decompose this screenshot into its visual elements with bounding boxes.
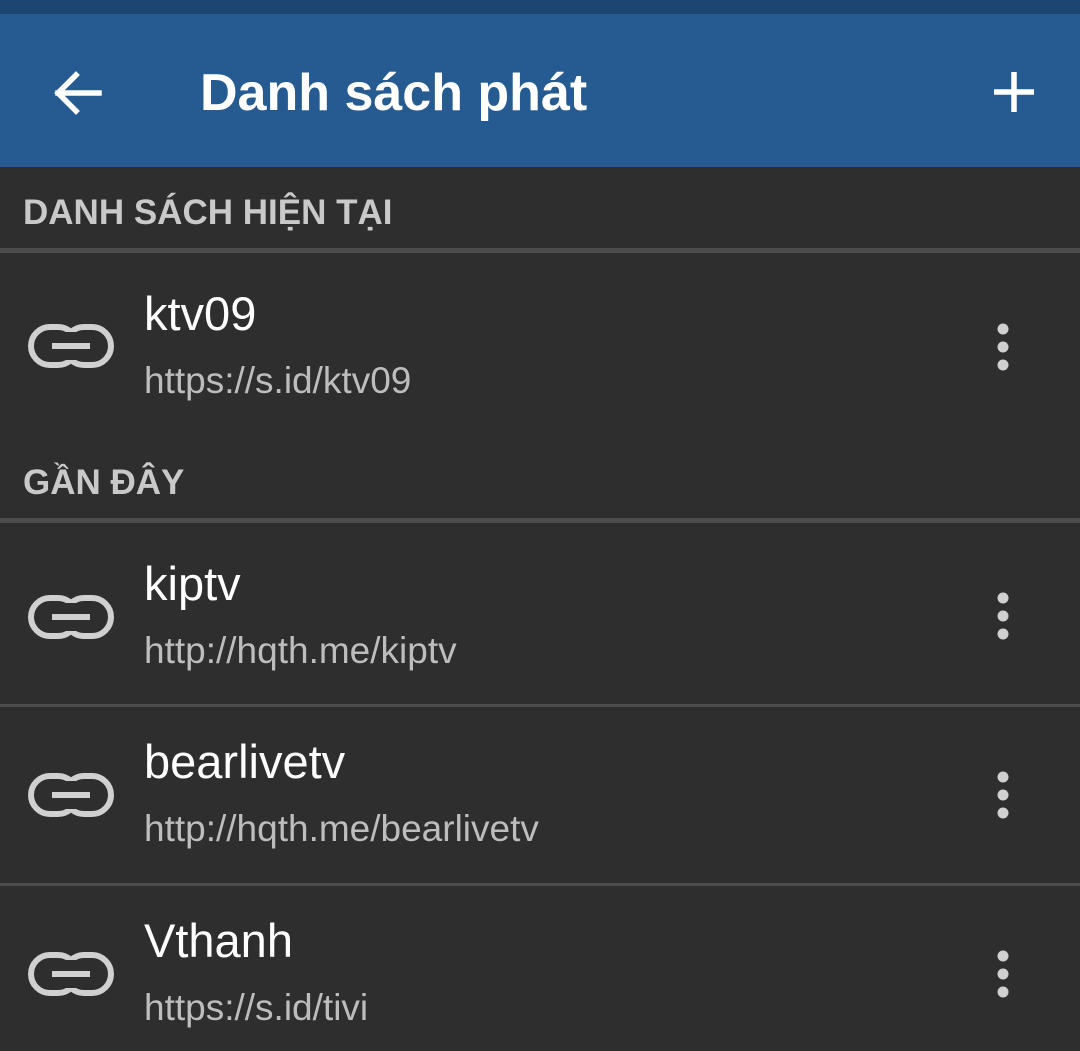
playlist-name: Vthanh bbox=[144, 914, 293, 967]
add-playlist-button[interactable] bbox=[982, 60, 1046, 124]
playlist-row-ktv09[interactable]: ktv09 https://s.id/ktv09 bbox=[0, 254, 1080, 428]
more-options-button[interactable] bbox=[976, 576, 1030, 656]
plus-icon bbox=[994, 72, 1034, 112]
section-header-recent: GẦN ĐÂY bbox=[23, 463, 185, 502]
playlist-url: http://hqth.me/kiptv bbox=[144, 630, 457, 671]
playlist-name: bearlivetv bbox=[144, 735, 346, 788]
status-bar bbox=[0, 0, 1080, 14]
playlist-name: ktv09 bbox=[144, 287, 257, 340]
more-vert-icon bbox=[997, 592, 1009, 640]
link-icon bbox=[28, 324, 114, 368]
section-header-current: DANH SÁCH HIỆN TẠI bbox=[23, 193, 393, 232]
playlist-row-kiptv[interactable]: kiptv http://hqth.me/kiptv bbox=[0, 524, 1080, 704]
divider bbox=[0, 248, 1080, 253]
more-options-button[interactable] bbox=[976, 307, 1030, 387]
playlist-row-vthanh[interactable]: Vthanh https://s.id/tivi bbox=[0, 886, 1080, 1051]
playlist-url: https://s.id/tivi bbox=[144, 987, 369, 1028]
link-icon bbox=[28, 952, 114, 996]
playlist-url: http://hqth.me/bearlivetv bbox=[144, 808, 539, 849]
divider bbox=[0, 518, 1080, 523]
link-icon bbox=[28, 595, 114, 639]
playlist-row-bearlivetv[interactable]: bearlivetv http://hqth.me/bearlivetv bbox=[0, 707, 1080, 883]
page-title: Danh sách phát bbox=[200, 64, 588, 122]
more-vert-icon bbox=[997, 323, 1009, 371]
playlist-url: https://s.id/ktv09 bbox=[144, 360, 412, 401]
link-icon bbox=[28, 773, 114, 817]
app-bar: Danh sách phát bbox=[0, 14, 1080, 167]
arrow-back-icon bbox=[54, 71, 102, 115]
back-button[interactable] bbox=[46, 62, 108, 124]
playlist-name: kiptv bbox=[144, 557, 241, 610]
more-vert-icon bbox=[997, 950, 1009, 998]
more-options-button[interactable] bbox=[976, 934, 1030, 1014]
more-options-button[interactable] bbox=[976, 755, 1030, 835]
more-vert-icon bbox=[997, 771, 1009, 819]
